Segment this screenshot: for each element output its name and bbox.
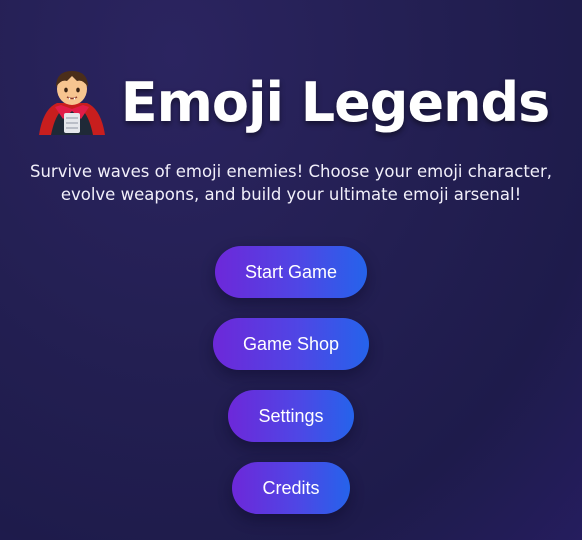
- vampire-emoji-icon: [33, 63, 111, 141]
- game-shop-button[interactable]: Game Shop: [212, 318, 370, 370]
- game-subtitle: Survive waves of emoji enemies! Choose y…: [30, 162, 552, 204]
- main-menu: Start Game Game Shop Settings Credits: [0, 246, 582, 514]
- title-row: Emoji Legends: [0, 60, 582, 144]
- settings-button[interactable]: Settings: [228, 390, 354, 442]
- game-title: Emoji Legends: [120, 70, 551, 134]
- credits-button[interactable]: Credits: [232, 462, 350, 514]
- main-menu-screen: Emoji Legends Survive waves of emoji ene…: [0, 0, 582, 540]
- start-game-button[interactable]: Start Game: [214, 246, 368, 298]
